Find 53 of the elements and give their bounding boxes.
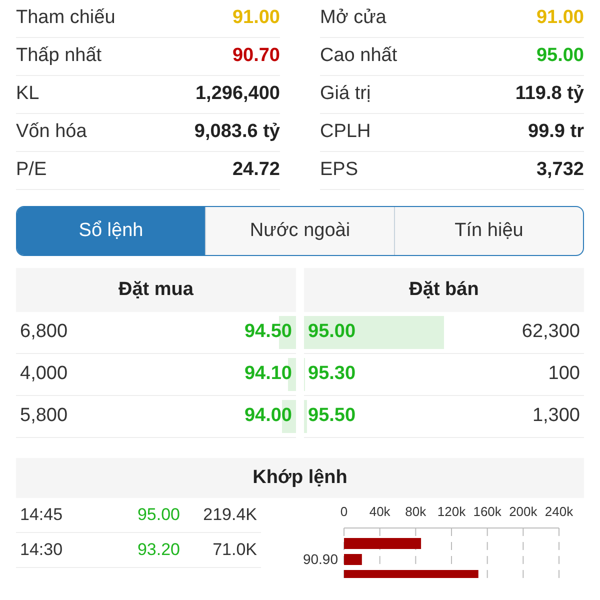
ask-volume: 100 [548, 362, 580, 386]
stat-label: Vốn hóa [16, 120, 87, 144]
stat-label: Tham chiếu [16, 6, 116, 30]
tab[interactable]: Tín hiệu [394, 207, 583, 255]
ask-volume: 1,300 [532, 404, 580, 428]
trade-volume: 219.4K [202, 504, 257, 526]
stat-label: Thấp nhất [16, 44, 102, 68]
ask-price: 95.50 [308, 404, 356, 428]
trade-volume: 71.0K [212, 539, 257, 562]
stat-label: Giá trị [320, 82, 371, 106]
tab[interactable]: Nước ngoài [205, 207, 394, 255]
tab[interactable]: Sổ lệnh [17, 207, 205, 255]
stat-value: 91.00 [536, 6, 584, 30]
column-header: Đặt bán [304, 268, 584, 312]
stat-label: Cao nhất [320, 44, 398, 68]
trade-price: 93.20 [136, 539, 180, 562]
axis-tick-label: 80k [405, 504, 426, 519]
section-header: Khớp lệnh [16, 458, 584, 498]
trade-price: 95.00 [136, 504, 180, 526]
bid-price: 94.10 [244, 362, 292, 386]
stat-value: 99.9 tr [528, 120, 584, 144]
stat-value: 95.00 [536, 44, 584, 68]
axis-tick-label: 240k [544, 504, 574, 519]
stat-value: 24.72 [232, 158, 280, 182]
stat-label: EPS [320, 158, 358, 182]
bid-price: 94.00 [244, 404, 292, 428]
bar [344, 554, 362, 565]
bid-price: 94.50 [244, 320, 292, 344]
stat-label: P/E [16, 158, 47, 182]
axis-category-label: 90.90 [302, 551, 338, 567]
axis-tick-label: 160k [473, 504, 502, 519]
stat-value: 1,296,400 [195, 82, 280, 106]
stat-value: 3,732 [536, 158, 584, 182]
stat-label: KL [16, 82, 40, 106]
axis-tick-label: 40k [369, 504, 390, 519]
axis-tick-label: 0 [340, 504, 348, 519]
bid-volume: 5,800 [20, 404, 68, 428]
stat-value: 9,083.6 tỷ [194, 120, 280, 144]
bid-volume: 6,800 [20, 320, 68, 344]
stat-label: CPLH [320, 120, 371, 144]
column-header: Đặt mua [16, 268, 296, 312]
stat-value: 91.00 [232, 6, 280, 30]
axis-tick-label: 200k [509, 504, 538, 519]
stat-value: 90.70 [232, 44, 280, 68]
axis-tick-label: 120k [437, 504, 466, 519]
ask-price: 95.30 [308, 362, 356, 386]
trade-time: 14:45 [20, 504, 64, 526]
ask-volume: 62,300 [522, 320, 580, 344]
trade-time: 14:30 [20, 539, 64, 562]
bid-volume: 4,000 [20, 362, 68, 386]
stat-value: 119.8 tỷ [515, 82, 584, 106]
ask-price: 95.00 [308, 320, 356, 344]
stat-label: Mở cửa [320, 6, 386, 30]
